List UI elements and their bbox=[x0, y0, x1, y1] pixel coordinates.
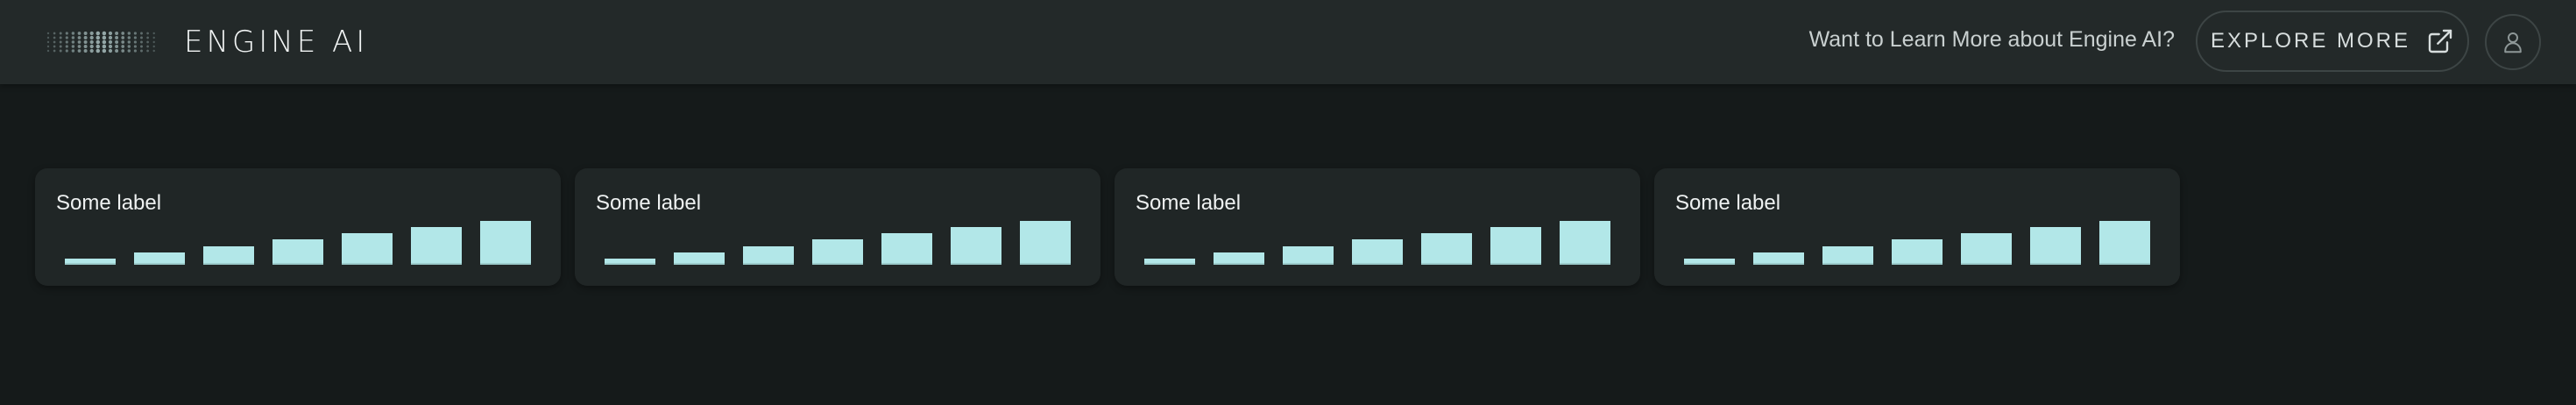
bar bbox=[951, 227, 1001, 265]
bar bbox=[1684, 259, 1735, 265]
metric-card[interactable]: Some label bbox=[1115, 168, 1640, 286]
card-label: Some label bbox=[1675, 191, 1781, 215]
bar bbox=[1961, 233, 2012, 265]
bar bbox=[1352, 239, 1403, 265]
card-list: Some label Some label Some label Some la… bbox=[35, 168, 2180, 286]
bar bbox=[1421, 233, 1472, 265]
mini-bar-chart bbox=[65, 221, 541, 265]
metric-card[interactable]: Some label bbox=[575, 168, 1100, 286]
card-label: Some label bbox=[596, 191, 702, 215]
dots-grid-logo-icon bbox=[46, 31, 155, 53]
metric-card[interactable]: Some label bbox=[1654, 168, 2180, 286]
bar bbox=[812, 239, 863, 265]
user-icon bbox=[2504, 32, 2522, 53]
card-label: Some label bbox=[56, 191, 162, 215]
explore-more-button[interactable]: EXPLORE MORE bbox=[2196, 11, 2469, 72]
brand[interactable]: ENGINE AI bbox=[46, 25, 369, 60]
top-navigation-bar: ENGINE AI Want to Learn More about Engin… bbox=[0, 0, 2576, 84]
bar bbox=[1020, 221, 1071, 265]
bar bbox=[65, 259, 116, 265]
user-profile-button[interactable] bbox=[2485, 14, 2541, 70]
mini-bar-chart bbox=[1684, 221, 2161, 265]
bar bbox=[1214, 252, 1264, 265]
bar bbox=[1144, 259, 1195, 265]
bar bbox=[1753, 252, 1804, 265]
bar bbox=[743, 246, 794, 265]
bar bbox=[1560, 221, 1610, 265]
bar bbox=[2030, 227, 2081, 265]
bar bbox=[1822, 246, 1873, 265]
learn-more-text: Want to Learn More about Engine AI? bbox=[1808, 27, 2175, 52]
mini-bar-chart bbox=[605, 221, 1081, 265]
bar bbox=[605, 259, 655, 265]
bar bbox=[272, 239, 323, 265]
bar bbox=[203, 246, 254, 265]
brand-name: ENGINE AI bbox=[184, 25, 369, 60]
bar bbox=[881, 233, 932, 265]
explore-more-label: EXPLORE MORE bbox=[2210, 29, 2411, 53]
bar bbox=[1283, 246, 1334, 265]
bar bbox=[2099, 221, 2150, 265]
bar bbox=[1490, 227, 1541, 265]
mini-bar-chart bbox=[1144, 221, 1621, 265]
bar bbox=[674, 252, 725, 265]
bar bbox=[342, 233, 393, 265]
bar bbox=[480, 221, 531, 265]
bar bbox=[134, 252, 185, 265]
bar bbox=[1892, 239, 1943, 265]
bar bbox=[411, 227, 462, 265]
card-label: Some label bbox=[1136, 191, 1242, 215]
external-link-icon bbox=[2428, 29, 2452, 53]
metric-card[interactable]: Some label bbox=[35, 168, 561, 286]
